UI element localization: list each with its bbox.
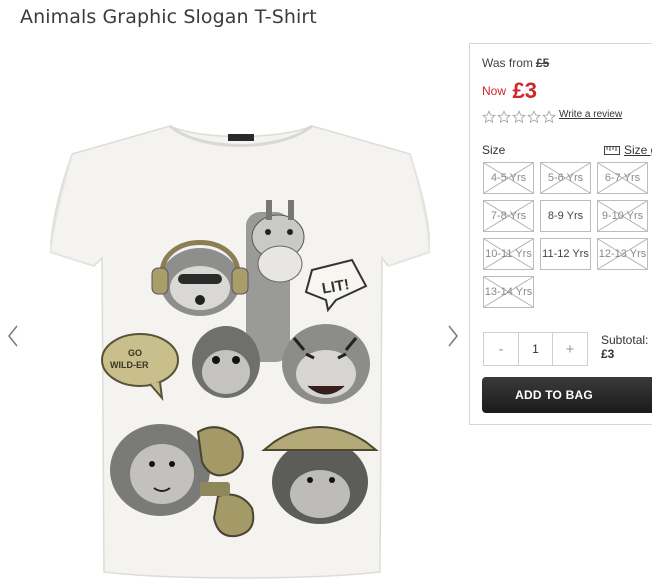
product-image: LIT! GO WILD-ER	[50, 124, 430, 579]
ruler-icon	[604, 145, 620, 155]
chevron-left-icon[interactable]	[4, 322, 22, 350]
quantity-input[interactable]: 1	[518, 333, 553, 365]
chevron-right-icon[interactable]	[444, 322, 462, 350]
size-option-13-14[interactable]: 13-14 Yrs	[483, 276, 534, 308]
size-option-10-11[interactable]: 10-11 Yrs	[483, 238, 534, 270]
was-price-amount: £5	[535, 56, 550, 70]
star-outline-icon	[497, 110, 511, 124]
subtotal-amount: £3	[601, 347, 615, 361]
size-guide-link[interactable]: Size g	[604, 143, 652, 157]
star-outline-icon	[542, 110, 556, 124]
product-gallery: LIT! GO WILD-ER	[0, 40, 468, 579]
was-price: Was from £5	[482, 56, 549, 70]
size-label: Size	[482, 143, 506, 157]
star-outline-icon	[482, 110, 496, 124]
size-option-5-6[interactable]: 5-6 Yrs	[540, 162, 591, 194]
size-option-label: 5-6 Yrs	[547, 172, 584, 184]
purchase-panel: Was from £5 Now £3 Write a review Size Si…	[469, 43, 652, 425]
size-option-6-7[interactable]: 6-7 Yrs	[597, 162, 648, 194]
quantity-decrease-button[interactable]: -	[484, 333, 518, 365]
star-outline-icon	[527, 110, 541, 124]
now-price: Now £3	[482, 78, 537, 104]
quantity-increase-button[interactable]: +	[553, 333, 587, 365]
subtotal-label: Subtotal:	[601, 333, 649, 347]
size-option-12-13[interactable]: 12-13 Yrs	[597, 238, 648, 270]
quantity-stepper: - 1 +	[483, 332, 588, 366]
size-option-label: 8-9 Yrs	[547, 210, 584, 222]
star-outline-icon	[512, 110, 526, 124]
size-option-11-12[interactable]: 11-12 Yrs	[540, 238, 591, 270]
size-option-7-8[interactable]: 7-8 Yrs	[483, 200, 534, 232]
size-option-8-9[interactable]: 8-9 Yrs	[540, 200, 591, 232]
size-option-9-10[interactable]: 9-10 Yrs	[597, 200, 648, 232]
product-title: Animals Graphic Slogan T-Shirt	[20, 6, 317, 28]
svg-text:WILD-ER: WILD-ER	[110, 360, 149, 370]
size-option-label: 10-11 Yrs	[485, 248, 532, 260]
size-option-label: 7-8 Yrs	[490, 210, 527, 222]
write-review-link[interactable]: Write a review	[559, 109, 622, 120]
size-guide-label: Size g	[624, 143, 652, 157]
svg-text:GO: GO	[128, 348, 142, 358]
add-to-bag-button[interactable]: ADD TO BAG	[482, 377, 652, 413]
size-option-label: 12-13 Yrs	[598, 248, 647, 260]
was-price-label: Was from	[482, 56, 533, 70]
size-option-label: 9-10 Yrs	[601, 210, 644, 222]
size-option-4-5[interactable]: 4-5 Yrs	[483, 162, 534, 194]
now-price-amount: £3	[512, 78, 537, 103]
rating-stars	[482, 110, 556, 124]
subtotal: Subtotal: £3	[601, 333, 648, 361]
now-price-label: Now	[482, 84, 507, 98]
size-option-label: 4-5 Yrs	[490, 172, 527, 184]
size-option-label: 11-12 Yrs	[542, 248, 589, 260]
size-option-label: 13-14 Yrs	[484, 286, 533, 298]
size-option-label: 6-7 Yrs	[604, 172, 641, 184]
